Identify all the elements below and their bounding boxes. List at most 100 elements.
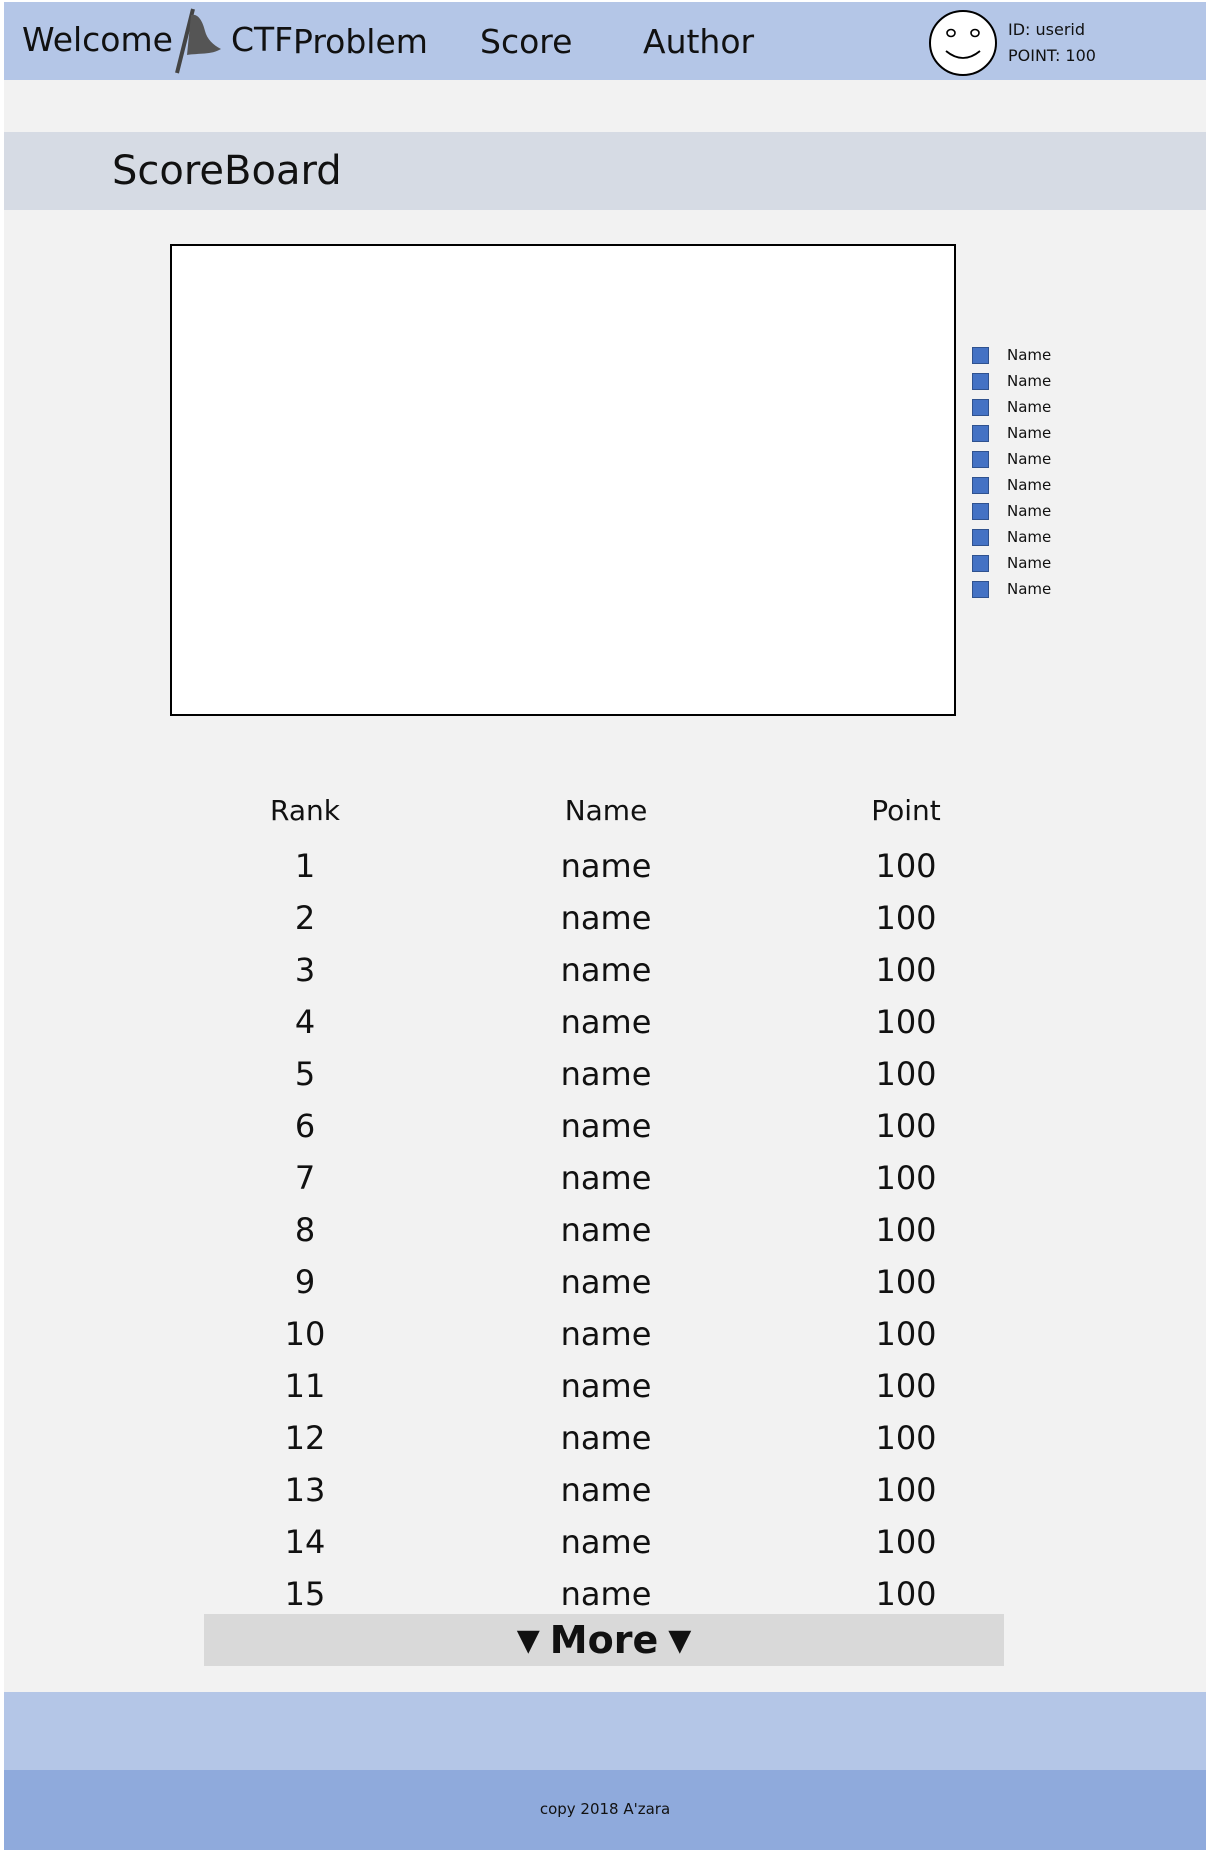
brand-welcome-text: Welcome bbox=[22, 20, 173, 59]
legend-swatch bbox=[972, 372, 989, 390]
table-row: 9 name 100 bbox=[4, 1256, 1206, 1308]
table-row: 6 name 100 bbox=[4, 1100, 1206, 1152]
legend-item: Name bbox=[972, 420, 1051, 446]
name-cell: name bbox=[560, 847, 652, 885]
user-info: ID: userid POINT: 100 bbox=[1008, 17, 1096, 69]
rank-cell: 14 bbox=[284, 1523, 326, 1561]
legend-label: Name bbox=[1007, 398, 1052, 416]
legend-item: Name bbox=[972, 524, 1051, 550]
user-id-label: ID: userid bbox=[1008, 20, 1086, 39]
name-cell: name bbox=[560, 1263, 652, 1301]
point-cell: 100 bbox=[875, 1107, 937, 1145]
legend-label: Name bbox=[1007, 424, 1052, 442]
name-cell: name bbox=[560, 1315, 652, 1353]
column-header-rank: Rank bbox=[270, 794, 340, 827]
more-button[interactable]: ▼ More ▼ bbox=[204, 1614, 1004, 1666]
legend-label: Name bbox=[1007, 372, 1052, 390]
name-cell: name bbox=[560, 1003, 652, 1041]
legend-swatch bbox=[972, 502, 989, 520]
point-cell: 100 bbox=[875, 899, 937, 937]
legend-label: Name bbox=[1007, 554, 1052, 572]
name-cell: name bbox=[560, 1107, 652, 1145]
legend-label: Name bbox=[1007, 502, 1052, 520]
smiley-face-icon[interactable] bbox=[928, 9, 998, 77]
point-cell: 100 bbox=[875, 1471, 937, 1509]
legend-swatch bbox=[972, 398, 989, 416]
rank-cell: 11 bbox=[284, 1367, 326, 1405]
legend-label: Name bbox=[1007, 346, 1052, 364]
score-table: Rank Name Point 1 name 100 2 name 100 3 name 100… bbox=[4, 788, 1206, 1620]
table-row: 14 name 100 bbox=[4, 1516, 1206, 1568]
name-cell: name bbox=[560, 1055, 652, 1093]
column-header-point: Point bbox=[871, 794, 941, 827]
rank-cell: 6 bbox=[294, 1107, 316, 1145]
nav-score[interactable]: Score bbox=[480, 22, 572, 61]
chart-legend: Name Name Name Name Name Name Name Name Name Name bbox=[972, 342, 1051, 602]
legend-label: Name bbox=[1007, 528, 1052, 546]
page: Welcome CTF Problem Score Author ID: use… bbox=[4, 2, 1206, 1850]
rank-cell: 3 bbox=[294, 951, 316, 989]
legend-label: Name bbox=[1007, 450, 1052, 468]
triangle-down-icon: ▼ bbox=[516, 1622, 540, 1658]
point-cell: 100 bbox=[875, 1419, 937, 1457]
legend-item: Name bbox=[972, 394, 1051, 420]
table-row: 8 name 100 bbox=[4, 1204, 1206, 1256]
name-cell: name bbox=[560, 1419, 652, 1457]
table-row: 5 name 100 bbox=[4, 1048, 1206, 1100]
rank-cell: 5 bbox=[294, 1055, 316, 1093]
name-cell: name bbox=[560, 1211, 652, 1249]
table-row: 3 name 100 bbox=[4, 944, 1206, 996]
table-row: 10 name 100 bbox=[4, 1308, 1206, 1360]
name-cell: name bbox=[560, 899, 652, 937]
point-cell: 100 bbox=[875, 1055, 937, 1093]
legend-swatch bbox=[972, 476, 989, 494]
point-cell: 100 bbox=[875, 1367, 937, 1405]
legend-swatch bbox=[972, 450, 989, 468]
name-cell: name bbox=[560, 1523, 652, 1561]
point-cell: 100 bbox=[875, 1003, 937, 1041]
point-cell: 100 bbox=[875, 1523, 937, 1561]
user-point-label: POINT: 100 bbox=[1008, 46, 1096, 65]
footer: copy 2018 A'zara bbox=[4, 1770, 1206, 1850]
rank-cell: 13 bbox=[284, 1471, 326, 1509]
nav-author[interactable]: Author bbox=[643, 22, 754, 61]
footer-band bbox=[4, 1692, 1206, 1772]
legend-swatch bbox=[972, 528, 989, 546]
rank-cell: 1 bbox=[294, 847, 316, 885]
legend-item: Name bbox=[972, 550, 1051, 576]
rank-cell: 9 bbox=[294, 1263, 316, 1301]
triangle-down-icon: ▼ bbox=[668, 1622, 692, 1658]
point-cell: 100 bbox=[875, 847, 937, 885]
name-cell: name bbox=[560, 951, 652, 989]
legend-label: Name bbox=[1007, 476, 1052, 494]
point-cell: 100 bbox=[875, 1263, 937, 1301]
rank-cell: 8 bbox=[294, 1211, 316, 1249]
legend-swatch bbox=[972, 554, 989, 572]
name-cell: name bbox=[560, 1575, 652, 1613]
rank-cell: 10 bbox=[284, 1315, 326, 1353]
rank-cell: 7 bbox=[294, 1159, 316, 1197]
copyright-text: copy 2018 A'zara bbox=[539, 1800, 671, 1818]
point-cell: 100 bbox=[875, 1159, 937, 1197]
rank-cell: 4 bbox=[294, 1003, 316, 1041]
name-cell: name bbox=[560, 1471, 652, 1509]
legend-label: Name bbox=[1007, 580, 1052, 598]
name-cell: name bbox=[560, 1367, 652, 1405]
legend-item: Name bbox=[972, 498, 1051, 524]
title-band: ScoreBoard bbox=[4, 132, 1206, 210]
legend-swatch bbox=[972, 424, 989, 442]
brand-logo[interactable]: Welcome CTF bbox=[22, 8, 293, 73]
nav-problem[interactable]: Problem bbox=[293, 22, 428, 61]
page-title: ScoreBoard bbox=[112, 148, 342, 194]
rank-cell: 15 bbox=[284, 1575, 326, 1613]
legend-item: Name bbox=[972, 342, 1051, 368]
legend-item: Name bbox=[972, 472, 1051, 498]
rank-cell: 2 bbox=[294, 899, 316, 937]
legend-item: Name bbox=[972, 576, 1051, 602]
table-row: 1 name 100 bbox=[4, 840, 1206, 892]
score-chart-area bbox=[170, 244, 956, 716]
top-header: Welcome CTF Problem Score Author ID: use… bbox=[4, 2, 1206, 80]
point-cell: 100 bbox=[875, 1575, 937, 1613]
point-cell: 100 bbox=[875, 1211, 937, 1249]
more-button-label: More bbox=[549, 1618, 659, 1662]
